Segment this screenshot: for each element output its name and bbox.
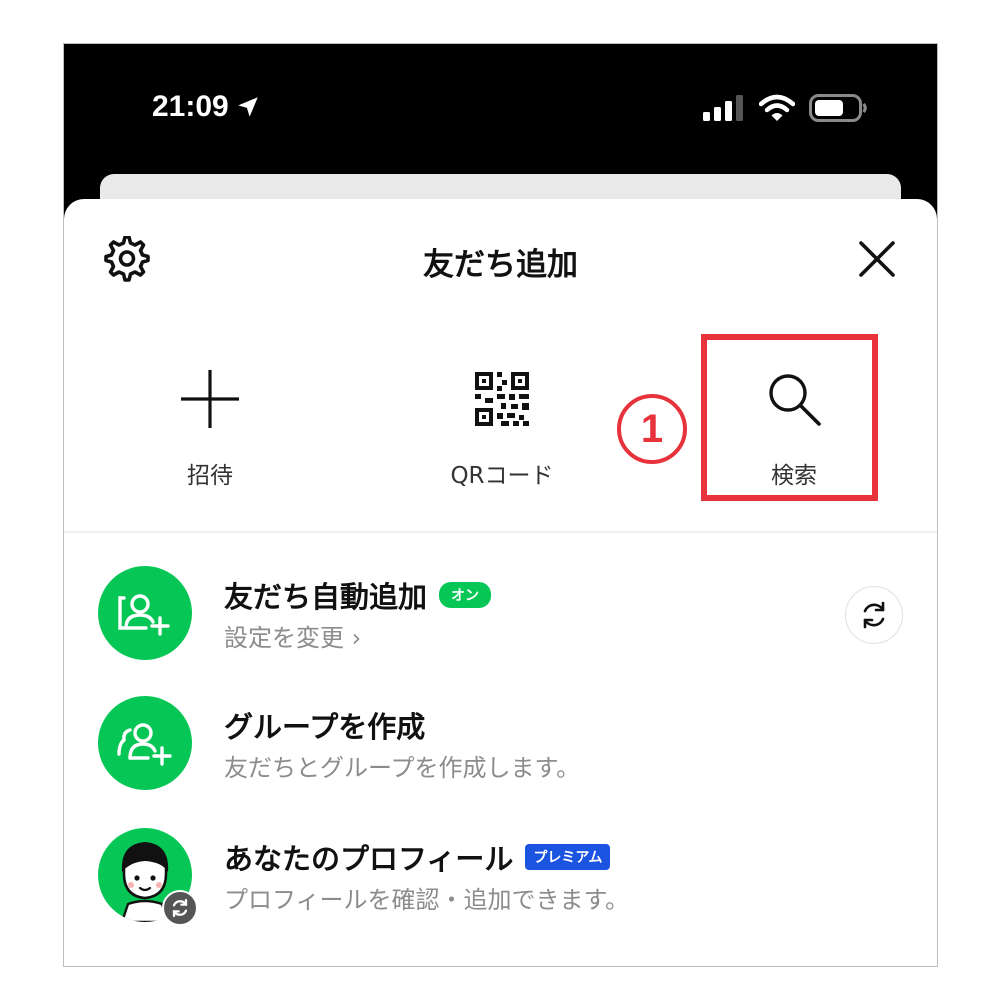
battery-icon (809, 94, 867, 122)
refresh-icon (172, 898, 188, 918)
qr-code-button[interactable]: QRコード (402, 364, 602, 490)
status-time: 21:09 (152, 90, 261, 124)
qr-code-label: QRコード (450, 463, 554, 489)
auto-add-avatar (98, 566, 192, 660)
create-group-avatar (98, 696, 192, 790)
invite-button[interactable]: 招待 (110, 364, 310, 490)
auto-add-friend-icon (118, 594, 170, 636)
annotation-highlight-box (701, 334, 878, 501)
create-group-subtitle: 友だちとグループを作成します。 (224, 754, 581, 782)
wifi-icon (759, 94, 795, 121)
qr-code-icon (475, 372, 529, 426)
invite-label: 招待 (187, 463, 233, 489)
change-settings-link[interactable]: 設定を変更 › (224, 618, 361, 653)
close-icon (859, 241, 895, 277)
close-button[interactable] (857, 239, 897, 279)
phone-screen: 21:09 友だち追加 招待 QRコード 検索 1 友だち自動追加 オン 設定を… (63, 43, 938, 967)
list-item-profile[interactable]: あなたのプロフィール プレミアム プロフィールを確認・追加できます。 (98, 828, 903, 928)
profile-subtitle: プロフィールを確認・追加できます。 (224, 886, 630, 914)
list-item-auto-add[interactable]: 友だち自動追加 オン 設定を変更 › (98, 566, 903, 666)
create-group-icon (117, 723, 172, 766)
add-friend-sheet: 友だち追加 招待 QRコード 検索 1 友だち自動追加 オン 設定を変更 › グ… (64, 199, 937, 966)
annotation-step-number: 1 (617, 394, 687, 464)
auto-add-title-line: 友だち自動追加 オン (224, 574, 492, 616)
profile-title-line: あなたのプロフィール プレミアム (224, 836, 611, 878)
auto-add-title: 友だち自動追加 (224, 580, 428, 614)
profile-title: あなたのプロフィール (224, 842, 514, 876)
signal-icon (703, 95, 743, 121)
status-indicators (703, 94, 867, 122)
sheet-title: 友だち追加 (423, 247, 578, 283)
plus-icon (181, 370, 239, 428)
premium-badge: プレミアム (525, 844, 611, 870)
refresh-icon (863, 601, 885, 629)
divider (64, 531, 937, 533)
on-badge: オン (439, 582, 492, 608)
list-item-create-group[interactable]: グループを作成 友だちとグループを作成します。 (98, 696, 903, 796)
profile-sync-badge (162, 890, 198, 926)
refresh-button[interactable] (845, 586, 903, 644)
location-arrow-icon (237, 97, 258, 117)
create-group-title: グループを作成 (224, 710, 426, 744)
